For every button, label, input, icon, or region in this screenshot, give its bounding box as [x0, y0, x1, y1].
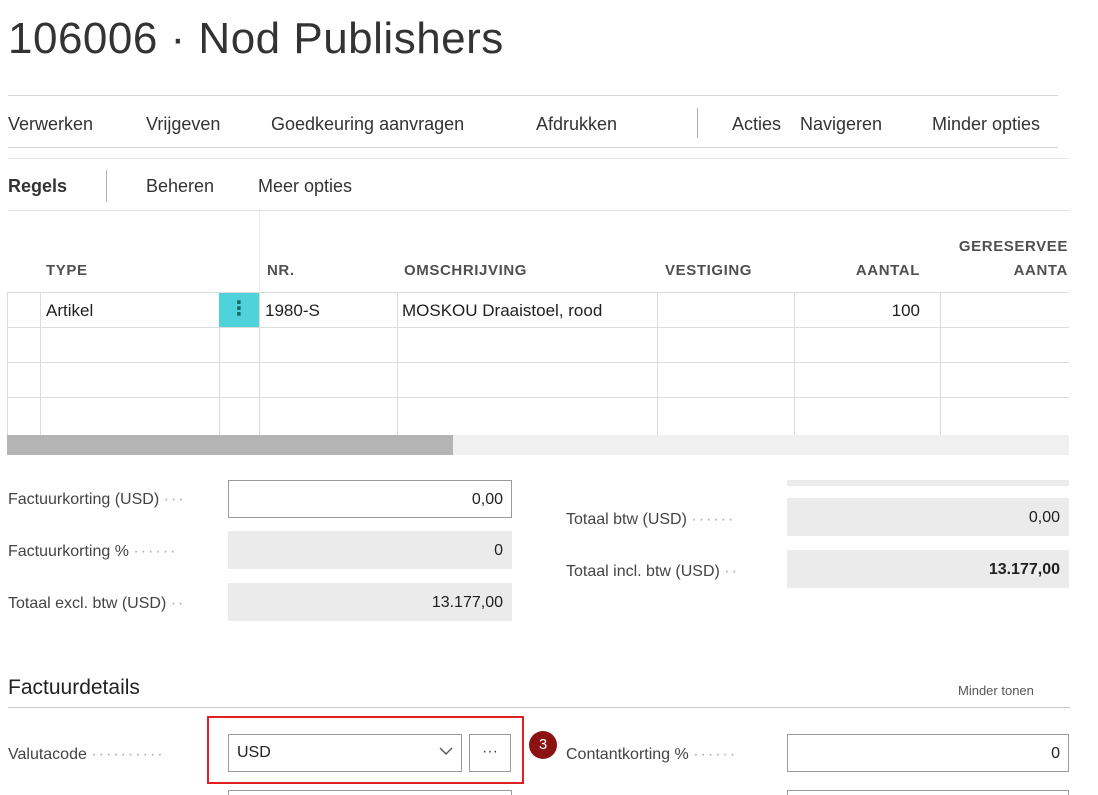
- next-field-input-left[interactable]: [228, 790, 512, 795]
- menu-afdrukken[interactable]: Afdrukken: [536, 114, 617, 135]
- header-frozen-divider: [259, 211, 260, 293]
- lines-toolbar-divider: [8, 210, 1070, 211]
- grid-col-line: [7, 292, 8, 435]
- grid-col-line: [40, 292, 41, 435]
- next-field-input-right[interactable]: [787, 790, 1069, 795]
- column-header-aantal[interactable]: AANTAL: [820, 262, 920, 279]
- scrollbar-thumb[interactable]: [7, 435, 453, 455]
- grid-row-line: [7, 327, 1069, 328]
- label-totaal-btw: Totaal btw (USD) ······: [566, 511, 736, 528]
- label-totaal-incl-btw: Totaal incl. btw (USD) ··: [566, 563, 739, 580]
- grid-col-line: [657, 292, 658, 435]
- section-title-factuurdetails[interactable]: Factuurdetails: [8, 676, 140, 700]
- column-header-type[interactable]: TYPE: [46, 262, 88, 279]
- callout-highlight-frame: [207, 716, 524, 784]
- totaal-excl-btw-value: 13.177,00: [228, 583, 512, 621]
- label-valutacode: Valutacode ··········: [8, 746, 165, 763]
- subtab-separator: [106, 170, 107, 202]
- menu-top-divider: [8, 95, 1058, 96]
- cell-omschrijving[interactable]: MOSKOU Draaistoel, rood: [402, 301, 602, 321]
- totaal-incl-btw-value: 13.177,00: [787, 550, 1069, 588]
- section-divider: [8, 707, 1070, 708]
- label-factuurkorting-usd: Factuurkorting (USD) ···: [8, 491, 186, 508]
- cell-nr[interactable]: 1980-S: [265, 301, 320, 321]
- cell-aantal[interactable]: 100: [800, 301, 920, 321]
- column-header-gereserveerd-line1[interactable]: GERESERVEE: [940, 238, 1068, 255]
- grid-col-line: [794, 292, 795, 435]
- menu-navigeren[interactable]: Navigeren: [800, 114, 882, 135]
- menu-goedkeuring-aanvragen[interactable]: Goedkeuring aanvragen: [271, 114, 464, 135]
- totals-placeholder-bar: [787, 480, 1069, 486]
- menu-minder-opties[interactable]: Minder opties: [932, 114, 1040, 135]
- grid-col-line: [940, 292, 941, 435]
- vertical-ellipsis-icon[interactable]: ⋮: [219, 293, 259, 327]
- factuurkorting-usd-input[interactable]: 0,00: [228, 480, 512, 518]
- menu-bottom-divider: [8, 147, 1058, 148]
- totaal-btw-value: 0,00: [787, 498, 1069, 536]
- label-factuurkorting-pct: Factuurkorting % ······: [8, 543, 178, 560]
- page-title: 106006 · Nod Publishers: [8, 14, 504, 63]
- label-contantkorting: Contantkorting % ······: [566, 746, 738, 763]
- tab-regels[interactable]: Regels: [8, 176, 67, 197]
- contantkorting-input[interactable]: 0: [787, 734, 1069, 772]
- menu-acties[interactable]: Acties: [732, 114, 781, 135]
- callout-number-badge: 3: [529, 731, 557, 759]
- cell-type[interactable]: Artikel: [46, 301, 93, 321]
- grid-col-line: [397, 292, 398, 435]
- grid-row-line: [7, 362, 1069, 363]
- grid-col-line: [259, 292, 260, 435]
- grid-row-line: [7, 397, 1069, 398]
- show-less-link[interactable]: Minder tonen: [958, 683, 1034, 698]
- column-header-nr[interactable]: NR.: [267, 262, 295, 279]
- column-header-omschrijving[interactable]: OMSCHRIJVING: [404, 262, 527, 279]
- column-header-vestiging[interactable]: VESTIGING: [665, 262, 752, 279]
- column-header-gereserveerd-line2[interactable]: AANTA: [940, 262, 1068, 279]
- label-totaal-excl-btw: Totaal excl. btw (USD) ··: [8, 595, 186, 612]
- lines-top-divider: [8, 158, 1070, 159]
- action-meer-opties[interactable]: Meer opties: [258, 176, 352, 197]
- action-beheren[interactable]: Beheren: [146, 176, 214, 197]
- menu-verwerken[interactable]: Verwerken: [8, 114, 93, 135]
- menu-vrijgeven[interactable]: Vrijgeven: [146, 114, 220, 135]
- grid-row-line: [7, 292, 1069, 293]
- factuurkorting-pct-value: 0: [228, 531, 512, 569]
- menu-separator: [697, 108, 698, 138]
